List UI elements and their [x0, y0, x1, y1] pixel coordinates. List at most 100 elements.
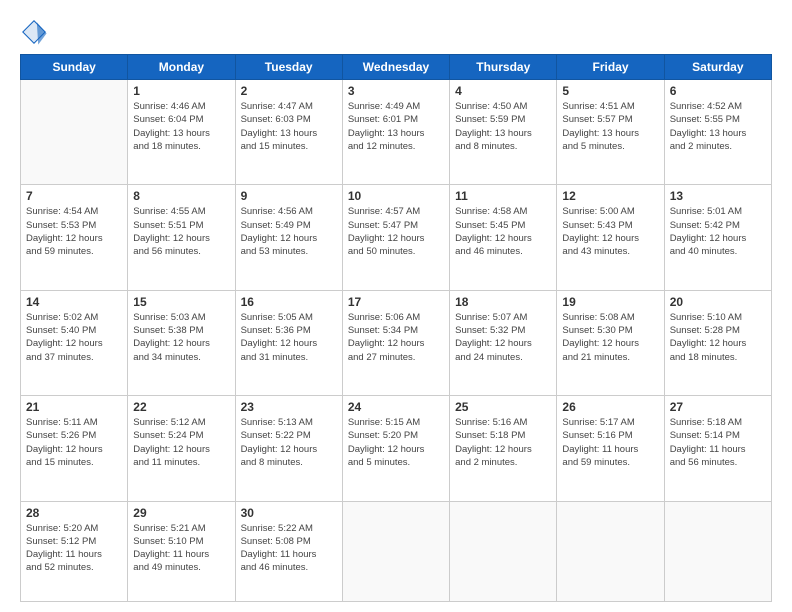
day-info: Sunrise: 4:49 AM Sunset: 6:01 PM Dayligh… — [348, 100, 444, 153]
day-number: 14 — [26, 295, 122, 309]
calendar-day: 26 Sunrise: 5:17 AM Sunset: 5:16 PM Dayli… — [557, 396, 664, 501]
day-number: 12 — [562, 189, 658, 203]
day-number: 27 — [670, 400, 766, 414]
day-number: 25 — [455, 400, 551, 414]
day-info: Sunrise: 4:50 AM Sunset: 5:59 PM Dayligh… — [455, 100, 551, 153]
day-info: Sunrise: 4:58 AM Sunset: 5:45 PM Dayligh… — [455, 205, 551, 258]
weekday-header-sunday: Sunday — [21, 55, 128, 80]
logo — [20, 18, 52, 46]
day-number: 19 — [562, 295, 658, 309]
day-info: Sunrise: 5:18 AM Sunset: 5:14 PM Dayligh… — [670, 416, 766, 469]
day-info: Sunrise: 5:20 AM Sunset: 5:12 PM Dayligh… — [26, 522, 122, 575]
day-info: Sunrise: 5:07 AM Sunset: 5:32 PM Dayligh… — [455, 311, 551, 364]
calendar-day — [557, 501, 664, 602]
calendar-day: 21 Sunrise: 5:11 AM Sunset: 5:26 PM Dayli… — [21, 396, 128, 501]
calendar-day: 4 Sunrise: 4:50 AM Sunset: 5:59 PM Daylig… — [450, 80, 557, 185]
day-number: 4 — [455, 84, 551, 98]
day-info: Sunrise: 4:56 AM Sunset: 5:49 PM Dayligh… — [241, 205, 337, 258]
calendar-day: 10Sunrise: 4:57 AM Sunset: 5:47 PM Dayli… — [342, 185, 449, 290]
calendar-day: 13 Sunrise: 5:01 AM Sunset: 5:42 PM Dayli… — [664, 185, 771, 290]
calendar-day: 23Sunrise: 5:13 AM Sunset: 5:22 PM Dayli… — [235, 396, 342, 501]
day-number: 26 — [562, 400, 658, 414]
day-info: Sunrise: 5:21 AM Sunset: 5:10 PM Dayligh… — [133, 522, 229, 575]
day-info: Sunrise: 4:57 AM Sunset: 5:47 PM Dayligh… — [348, 205, 444, 258]
day-info: Sunrise: 5:17 AM Sunset: 5:16 PM Dayligh… — [562, 416, 658, 469]
calendar-day: 30 Sunrise: 5:22 AM Sunset: 5:08 PM Dayli… — [235, 501, 342, 602]
calendar-week-5: 28 Sunrise: 5:20 AM Sunset: 5:12 PM Dayli… — [21, 501, 772, 602]
calendar-day: 18Sunrise: 5:07 AM Sunset: 5:32 PM Dayli… — [450, 290, 557, 395]
page-header — [20, 18, 772, 46]
day-info: Sunrise: 4:54 AM Sunset: 5:53 PM Dayligh… — [26, 205, 122, 258]
calendar-day — [342, 501, 449, 602]
calendar-day: 20 Sunrise: 5:10 AM Sunset: 5:28 PM Dayli… — [664, 290, 771, 395]
day-info: Sunrise: 5:11 AM Sunset: 5:26 PM Dayligh… — [26, 416, 122, 469]
calendar-week-4: 21 Sunrise: 5:11 AM Sunset: 5:26 PM Dayli… — [21, 396, 772, 501]
weekday-header-row: SundayMondayTuesdayWednesdayThursdayFrid… — [21, 55, 772, 80]
calendar-day: 15 Sunrise: 5:03 AM Sunset: 5:38 PM Dayli… — [128, 290, 235, 395]
day-number: 15 — [133, 295, 229, 309]
day-info: Sunrise: 5:10 AM Sunset: 5:28 PM Dayligh… — [670, 311, 766, 364]
weekday-header-monday: Monday — [128, 55, 235, 80]
calendar-week-1: 1 Sunrise: 4:46 AM Sunset: 6:04 PM Daylig… — [21, 80, 772, 185]
day-number: 2 — [241, 84, 337, 98]
calendar-day: 29 Sunrise: 5:21 AM Sunset: 5:10 PM Dayli… — [128, 501, 235, 602]
calendar-day: 25 Sunrise: 5:16 AM Sunset: 5:18 PM Dayli… — [450, 396, 557, 501]
calendar-day: 22Sunrise: 5:12 AM Sunset: 5:24 PM Dayli… — [128, 396, 235, 501]
day-number: 29 — [133, 506, 229, 520]
day-number: 6 — [670, 84, 766, 98]
day-number: 7 — [26, 189, 122, 203]
day-number: 16 — [241, 295, 337, 309]
calendar-day: 6 Sunrise: 4:52 AM Sunset: 5:55 PM Daylig… — [664, 80, 771, 185]
day-number: 22 — [133, 400, 229, 414]
day-info: Sunrise: 5:08 AM Sunset: 5:30 PM Dayligh… — [562, 311, 658, 364]
calendar-day: 19 Sunrise: 5:08 AM Sunset: 5:30 PM Dayli… — [557, 290, 664, 395]
weekday-header-tuesday: Tuesday — [235, 55, 342, 80]
day-number: 20 — [670, 295, 766, 309]
day-number: 5 — [562, 84, 658, 98]
calendar-day: 28 Sunrise: 5:20 AM Sunset: 5:12 PM Dayli… — [21, 501, 128, 602]
calendar-day: 24 Sunrise: 5:15 AM Sunset: 5:20 PM Dayli… — [342, 396, 449, 501]
calendar-day: 8Sunrise: 4:55 AM Sunset: 5:51 PM Daylig… — [128, 185, 235, 290]
day-number: 11 — [455, 189, 551, 203]
calendar-day — [450, 501, 557, 602]
day-info: Sunrise: 4:51 AM Sunset: 5:57 PM Dayligh… — [562, 100, 658, 153]
calendar-week-2: 7 Sunrise: 4:54 AM Sunset: 5:53 PM Daylig… — [21, 185, 772, 290]
day-info: Sunrise: 4:46 AM Sunset: 6:04 PM Dayligh… — [133, 100, 229, 153]
calendar-day: 12Sunrise: 5:00 AM Sunset: 5:43 PM Dayli… — [557, 185, 664, 290]
day-number: 1 — [133, 84, 229, 98]
calendar-day — [664, 501, 771, 602]
calendar-day: 14 Sunrise: 5:02 AM Sunset: 5:40 PM Dayli… — [21, 290, 128, 395]
day-number: 28 — [26, 506, 122, 520]
calendar-day: 11 Sunrise: 4:58 AM Sunset: 5:45 PM Dayli… — [450, 185, 557, 290]
day-info: Sunrise: 5:01 AM Sunset: 5:42 PM Dayligh… — [670, 205, 766, 258]
day-number: 9 — [241, 189, 337, 203]
day-number: 13 — [670, 189, 766, 203]
day-info: Sunrise: 5:05 AM Sunset: 5:36 PM Dayligh… — [241, 311, 337, 364]
day-number: 21 — [26, 400, 122, 414]
day-info: Sunrise: 5:03 AM Sunset: 5:38 PM Dayligh… — [133, 311, 229, 364]
calendar-day: 17 Sunrise: 5:06 AM Sunset: 5:34 PM Dayli… — [342, 290, 449, 395]
day-number: 24 — [348, 400, 444, 414]
day-info: Sunrise: 4:52 AM Sunset: 5:55 PM Dayligh… — [670, 100, 766, 153]
calendar-day: 3Sunrise: 4:49 AM Sunset: 6:01 PM Daylig… — [342, 80, 449, 185]
calendar-table: SundayMondayTuesdayWednesdayThursdayFrid… — [20, 54, 772, 602]
day-info: Sunrise: 4:47 AM Sunset: 6:03 PM Dayligh… — [241, 100, 337, 153]
day-info: Sunrise: 5:02 AM Sunset: 5:40 PM Dayligh… — [26, 311, 122, 364]
day-number: 30 — [241, 506, 337, 520]
day-info: Sunrise: 5:06 AM Sunset: 5:34 PM Dayligh… — [348, 311, 444, 364]
calendar-day: 1 Sunrise: 4:46 AM Sunset: 6:04 PM Daylig… — [128, 80, 235, 185]
day-info: Sunrise: 5:15 AM Sunset: 5:20 PM Dayligh… — [348, 416, 444, 469]
calendar-day — [21, 80, 128, 185]
weekday-header-thursday: Thursday — [450, 55, 557, 80]
weekday-header-friday: Friday — [557, 55, 664, 80]
day-info: Sunrise: 5:16 AM Sunset: 5:18 PM Dayligh… — [455, 416, 551, 469]
calendar-day: 5 Sunrise: 4:51 AM Sunset: 5:57 PM Daylig… — [557, 80, 664, 185]
calendar-day: 7 Sunrise: 4:54 AM Sunset: 5:53 PM Daylig… — [21, 185, 128, 290]
weekday-header-saturday: Saturday — [664, 55, 771, 80]
day-number: 23 — [241, 400, 337, 414]
logo-icon — [20, 18, 48, 46]
day-info: Sunrise: 5:22 AM Sunset: 5:08 PM Dayligh… — [241, 522, 337, 575]
day-number: 17 — [348, 295, 444, 309]
calendar-day: 9 Sunrise: 4:56 AM Sunset: 5:49 PM Daylig… — [235, 185, 342, 290]
day-number: 8 — [133, 189, 229, 203]
